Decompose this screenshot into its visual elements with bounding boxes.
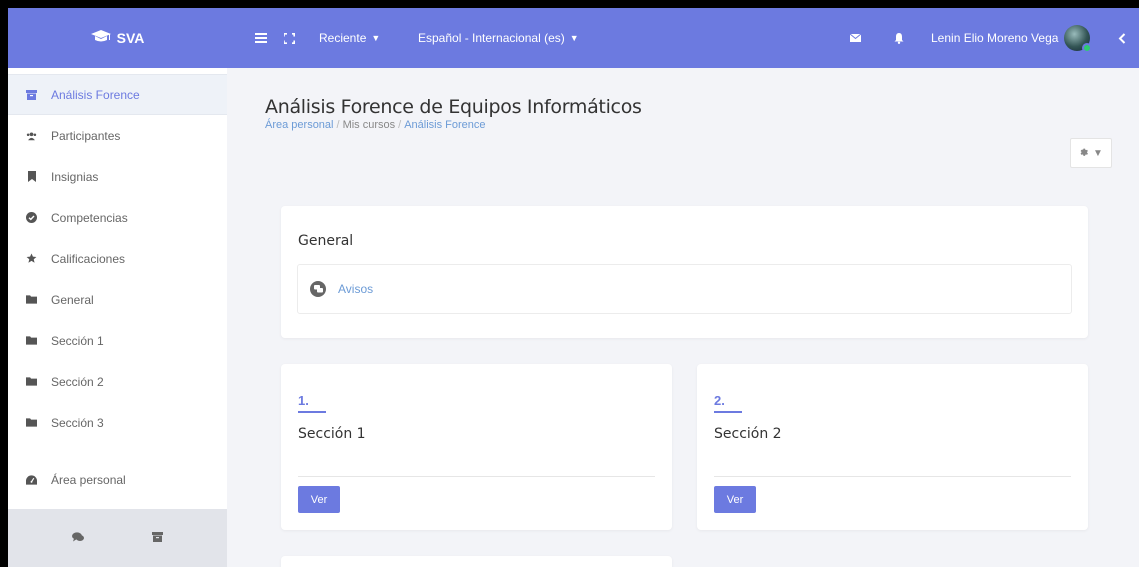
tachometer-icon	[26, 474, 37, 485]
sidebar-item-dashboard[interactable]: Área personal	[8, 459, 227, 500]
gear-icon	[1079, 147, 1089, 160]
sidebar-item-grades[interactable]: Calificaciones	[8, 238, 227, 279]
sidebar-item-competencies[interactable]: Competencias	[8, 197, 227, 238]
sidebar-item-section-3[interactable]: Sección 3	[8, 402, 227, 443]
chevron-left-icon[interactable]	[1118, 8, 1126, 68]
sidebar-item-course[interactable]: Análisis Forence	[8, 74, 227, 115]
sidebar-item-label: Sección 3	[51, 415, 104, 430]
caret-down-icon: ▼	[371, 33, 381, 43]
section-number-underline	[298, 411, 326, 413]
users-icon	[26, 130, 37, 141]
archive-icon[interactable]	[152, 529, 163, 547]
archive-icon	[26, 89, 37, 100]
sidebar-item-label: Insignias	[51, 169, 99, 184]
sidebar-item-general[interactable]: General	[8, 279, 227, 320]
divider	[714, 476, 1071, 477]
folder-icon	[26, 376, 37, 387]
sidebar-footer	[8, 509, 227, 567]
announcements-link[interactable]: Avisos	[338, 282, 373, 296]
top-navbar: SVA Reciente ▼ Español - Internacional (…	[8, 8, 1139, 68]
recent-label: Reciente	[319, 31, 367, 45]
check-circle-icon	[26, 212, 37, 223]
section-card-2: 2. Sección 2 Ver	[697, 364, 1088, 530]
course-settings-button[interactable]: ▼	[1070, 138, 1112, 168]
folder-icon	[26, 294, 37, 305]
main-content: Análisis Forence de Equipos Informáticos…	[227, 68, 1139, 567]
section-title: General	[298, 233, 354, 249]
section-title: Sección 1	[298, 426, 366, 442]
sidebar-item-label: Análisis Forence	[51, 87, 140, 102]
forum-icon	[310, 281, 326, 297]
comments-icon[interactable]	[72, 529, 84, 547]
breadcrumb-my-courses: Mis cursos	[342, 119, 396, 131]
sidebar-item-label: Calificaciones	[51, 251, 126, 266]
sidebar-item-section-1[interactable]: Sección 1	[8, 320, 227, 361]
section-title: Sección 2	[714, 426, 782, 442]
fullscreen-icon[interactable]	[284, 8, 295, 68]
caret-down-icon: ▼	[569, 33, 579, 43]
activity-forum[interactable]: Avisos	[297, 264, 1072, 314]
section-number: 2.	[714, 393, 725, 408]
sidebar-item-label: Área personal	[51, 472, 126, 487]
avatar	[1064, 25, 1093, 53]
sidebar: Análisis Forence Participantes Insignias…	[8, 68, 227, 567]
graduation-cap-icon	[90, 29, 111, 47]
online-status-dot	[1082, 43, 1093, 53]
star-icon	[26, 253, 37, 264]
bookmark-icon	[26, 171, 37, 182]
app-frame: SVA Reciente ▼ Español - Internacional (…	[8, 8, 1139, 567]
breadcrumb-course-link[interactable]: Análisis Forence	[404, 119, 485, 131]
divider	[298, 476, 655, 477]
language-dropdown[interactable]: Español - Internacional (es) ▼	[418, 8, 579, 68]
caret-down-icon: ▼	[1093, 147, 1103, 159]
folder-icon	[26, 335, 37, 346]
section-card-3	[281, 556, 672, 567]
sidebar-item-label: Sección 2	[51, 374, 104, 389]
breadcrumb-dashboard-link[interactable]: Área personal	[265, 119, 334, 131]
folder-icon	[26, 417, 37, 428]
section-card-1: 1. Sección 1 Ver	[281, 364, 672, 530]
section-number: 1.	[298, 393, 309, 408]
page-title: Análisis Forence de Equipos Informáticos	[265, 96, 642, 118]
language-label: Español - Internacional (es)	[418, 31, 565, 45]
view-section-button[interactable]: Ver	[714, 486, 756, 513]
view-section-button[interactable]: Ver	[298, 486, 340, 513]
user-menu[interactable]: Lenin Elio Moreno Vega	[931, 8, 1093, 68]
section-number-underline	[714, 411, 742, 413]
sidebar-item-label: Competencias	[51, 210, 128, 225]
sidebar-item-participants[interactable]: Participantes	[8, 115, 227, 156]
menu-toggle-icon[interactable]	[255, 8, 267, 68]
breadcrumb: Área personal / Mis cursos / Análisis Forenc…	[265, 119, 486, 131]
sidebar-item-label: Participantes	[51, 128, 121, 143]
envelope-icon[interactable]	[850, 8, 861, 68]
brand-logo[interactable]: SVA	[8, 8, 227, 68]
bell-icon[interactable]	[894, 8, 904, 68]
general-section-card: General Avisos	[281, 206, 1088, 338]
recent-dropdown[interactable]: Reciente ▼	[319, 8, 380, 68]
brand-name: SVA	[116, 30, 145, 46]
sidebar-item-section-2[interactable]: Sección 2	[8, 361, 227, 402]
sidebar-item-label: Sección 1	[51, 333, 104, 348]
sidebar-item-badges[interactable]: Insignias	[8, 156, 227, 197]
user-name: Lenin Elio Moreno Vega	[931, 31, 1059, 45]
sidebar-item-label: General	[51, 292, 94, 307]
